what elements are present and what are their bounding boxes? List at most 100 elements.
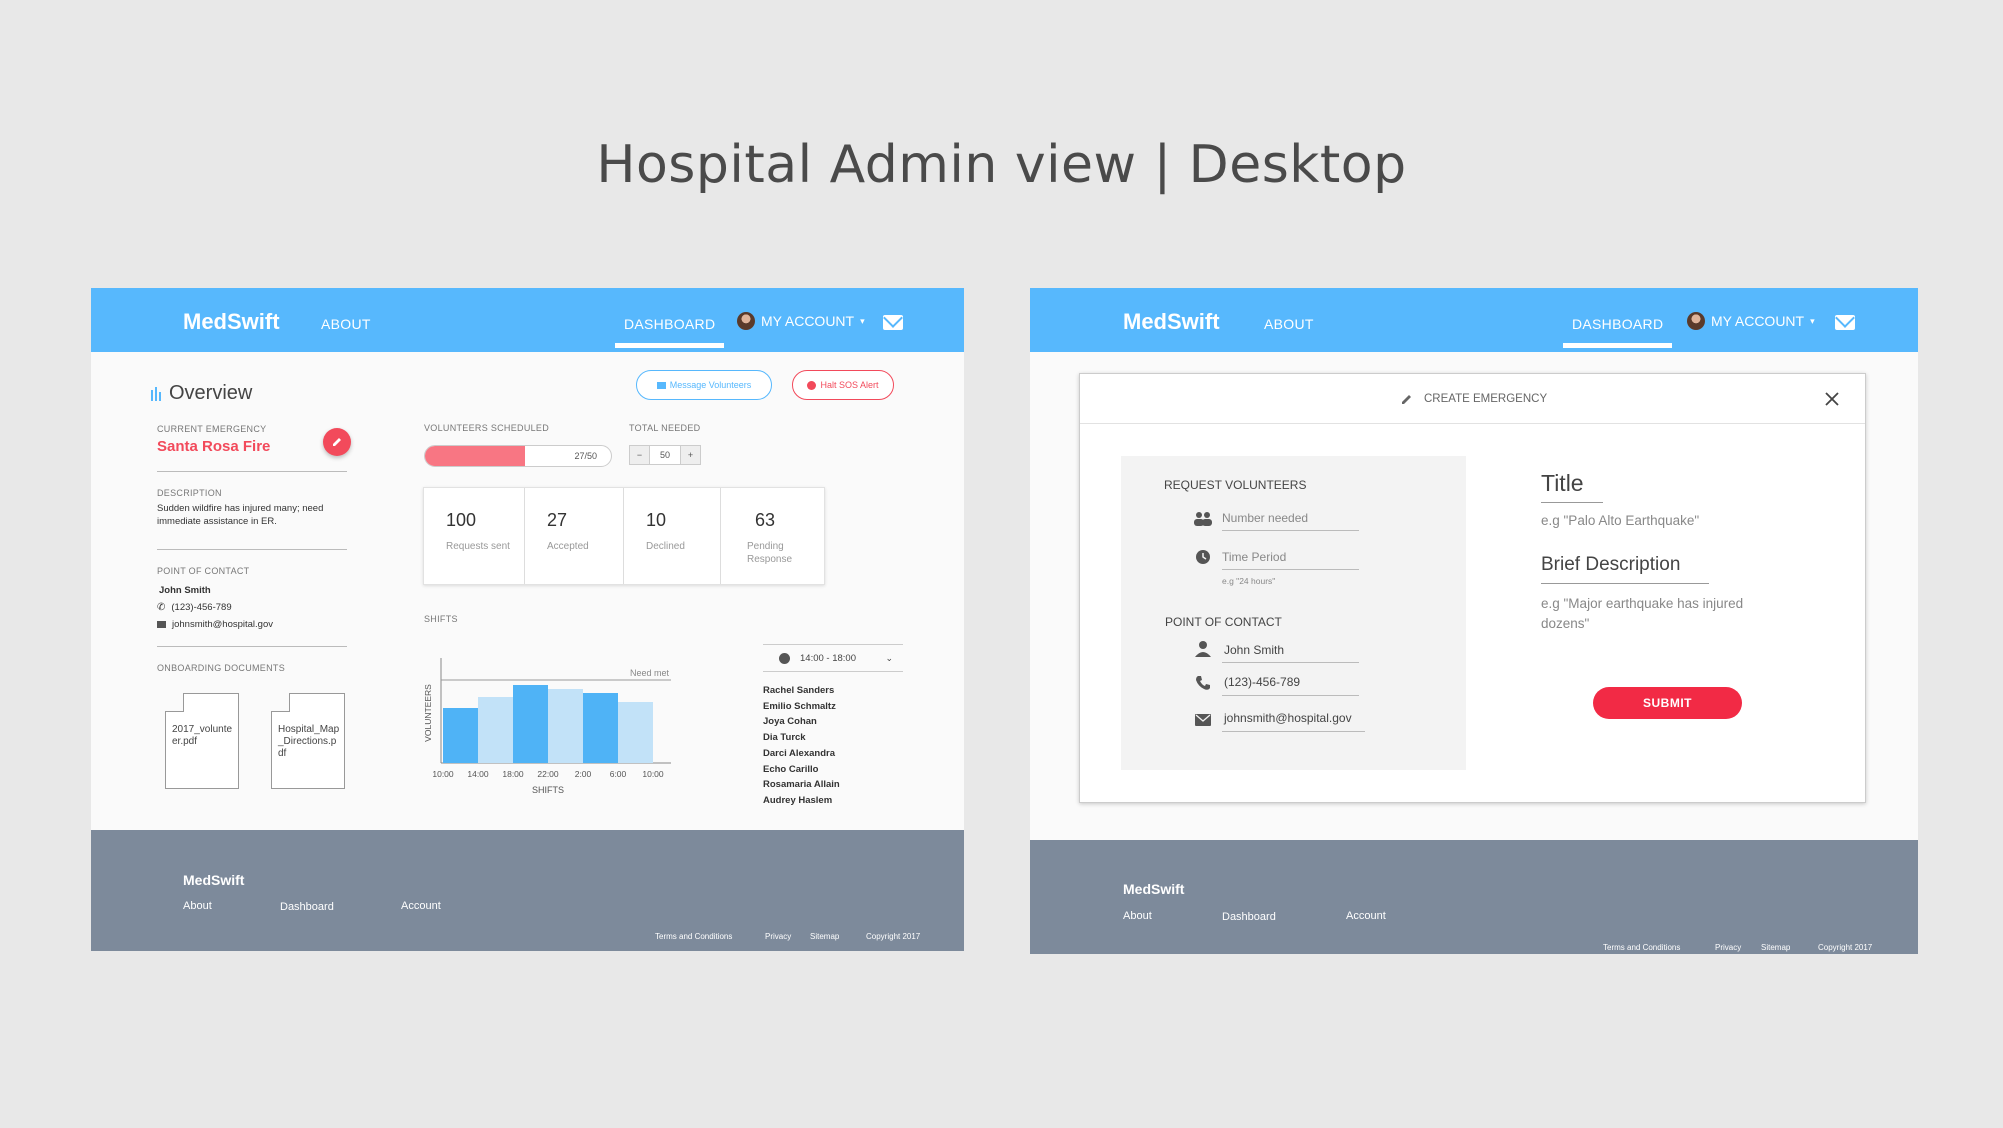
x-tick-label: 6:00	[610, 769, 627, 779]
phone-icon: ✆	[157, 602, 166, 613]
divider	[157, 646, 347, 647]
x-tick-label: 18:00	[502, 769, 524, 779]
poc-name-field[interactable]: John Smith	[1224, 643, 1284, 657]
x-tick-label: 2:00	[575, 769, 592, 779]
divider	[1222, 569, 1359, 570]
x-tick-label: 10:00	[432, 769, 454, 779]
stat-number: 10	[646, 510, 667, 530]
stats-card: 100 Requests sent 27 Accepted 10 Declined 6…	[423, 487, 825, 585]
avatar	[1687, 312, 1705, 330]
decrement-button[interactable]: −	[630, 446, 650, 464]
list-item[interactable]: Rosamaria Allain	[763, 777, 840, 793]
nav-about[interactable]: ABOUT	[321, 316, 371, 332]
divider	[1222, 530, 1359, 531]
footer-link-about[interactable]: About	[183, 900, 212, 912]
list-item[interactable]: Emilio Schmaltz	[763, 699, 840, 715]
description-input[interactable]: e.g "Major earthquake has injured dozens…	[1541, 594, 1791, 634]
list-item[interactable]: Darci Alexandra	[763, 746, 840, 762]
list-item[interactable]: Rachel Sanders	[763, 683, 840, 699]
document-file[interactable]: 2017_volunteer.pdf	[165, 693, 239, 789]
chevron-down-icon: ▾	[860, 315, 865, 326]
mail-icon[interactable]	[883, 315, 903, 330]
stat-label: Accepted	[547, 541, 589, 552]
footer-privacy[interactable]: Privacy	[765, 932, 791, 941]
stat-requests: 100 Requests sent	[424, 488, 525, 584]
stepper-value[interactable]: 50	[650, 446, 680, 464]
increment-button[interactable]: +	[680, 446, 700, 464]
poc-label: POINT OF CONTACT	[1165, 615, 1282, 629]
list-item[interactable]: Audrey Haslem	[763, 793, 840, 809]
shift-select[interactable]: 14:00 - 18:00 ⌄	[763, 644, 903, 672]
nav-about[interactable]: ABOUT	[1264, 316, 1314, 332]
number-needed-field[interactable]: Number needed	[1222, 511, 1308, 525]
poc-email-field[interactable]: johnsmith@hospital.gov	[1224, 711, 1352, 725]
submit-button[interactable]: SUBMIT	[1593, 687, 1742, 719]
footer-link-about[interactable]: About	[1123, 910, 1152, 922]
chart-bar	[548, 689, 583, 763]
account-menu[interactable]: MY ACCOUNT ▾	[737, 312, 865, 330]
divider	[1222, 695, 1359, 696]
clock-icon	[779, 652, 790, 664]
chart-bar	[513, 685, 548, 763]
footer-sitemap[interactable]: Sitemap	[1761, 943, 1790, 952]
divider	[157, 549, 347, 550]
footer-link-account[interactable]: Account	[401, 900, 441, 912]
halt-sos-label: Halt SOS Alert	[820, 380, 879, 390]
footer: MedSwift About Dashboard Account Terms a…	[91, 830, 964, 951]
footer-link-dashboard[interactable]: Dashboard	[280, 901, 334, 913]
page-headline: Hospital Admin view | Desktop	[596, 135, 1407, 195]
mail-icon	[157, 621, 166, 628]
chart-bar	[443, 708, 478, 763]
stat-declined: 10 Declined	[624, 488, 721, 584]
divider	[157, 471, 347, 472]
total-needed-label: TOTAL NEEDED	[629, 423, 701, 433]
shifts-label: SHIFTS	[424, 614, 458, 624]
person-icon	[1195, 641, 1211, 657]
brand-logo[interactable]: MedSwift	[183, 309, 280, 335]
mail-icon	[1195, 714, 1211, 726]
chevron-down-icon: ⌄	[885, 652, 893, 663]
time-period-field[interactable]: Time Period	[1222, 550, 1286, 564]
message-volunteers-button[interactable]: Message Volunteers	[636, 370, 772, 400]
footer-terms[interactable]: Terms and Conditions	[655, 932, 732, 941]
account-menu[interactable]: MY ACCOUNT ▾	[1687, 312, 1815, 330]
brand-logo[interactable]: MedSwift	[1123, 309, 1220, 335]
x-tick-label: 10:00	[642, 769, 664, 779]
footer-link-dashboard[interactable]: Dashboard	[1222, 911, 1276, 923]
poc-phone: (123)-456-789	[171, 602, 232, 613]
poc-email[interactable]: johnsmith@hospital.gov	[172, 619, 273, 630]
bar-chart-icon	[151, 386, 161, 401]
footer-privacy[interactable]: Privacy	[1715, 943, 1741, 952]
document-name: 2017_volunteer.pdf	[172, 724, 233, 747]
footer-link-account[interactable]: Account	[1346, 910, 1386, 922]
list-item[interactable]: Dia Turck	[763, 730, 840, 746]
footer-terms[interactable]: Terms and Conditions	[1603, 943, 1680, 952]
nav-dashboard[interactable]: DASHBOARD	[614, 316, 725, 348]
stat-label: Requests sent	[446, 541, 510, 552]
chevron-down-icon: ▾	[1810, 315, 1815, 326]
poc-phone-field[interactable]: (123)-456-789	[1224, 675, 1300, 689]
divider	[1222, 731, 1365, 732]
halt-sos-button[interactable]: Halt SOS Alert	[792, 370, 894, 400]
quantity-stepper: − 50 +	[629, 445, 701, 465]
edit-button[interactable]	[323, 428, 351, 456]
nav-dashboard[interactable]: DASHBOARD	[1562, 316, 1673, 348]
phone-icon	[1196, 676, 1210, 690]
title-input[interactable]: e.g "Palo Alto Earthquake"	[1541, 513, 1699, 528]
mail-icon[interactable]	[1835, 315, 1855, 330]
document-file[interactable]: Hospital_Map_Directions.pdf	[271, 693, 345, 789]
request-volunteers-label: REQUEST VOLUNTEERS	[1164, 478, 1307, 492]
list-item[interactable]: Joya Cohan	[763, 714, 840, 730]
stat-number: 27	[547, 510, 568, 530]
footer-sitemap[interactable]: Sitemap	[810, 932, 839, 941]
description-label: DESCRIPTION	[157, 488, 222, 498]
message-volunteers-label: Message Volunteers	[669, 380, 752, 390]
document-name: Hospital_Map_Directions.pdf	[278, 724, 340, 759]
close-button[interactable]	[1823, 390, 1841, 408]
list-item[interactable]: Echo Carillo	[763, 762, 840, 778]
x-axis-label: SHIFTS	[532, 785, 564, 795]
poc-name: John Smith	[159, 585, 211, 596]
pencil-icon	[333, 438, 341, 446]
divider	[1222, 662, 1359, 663]
pencil-icon	[1402, 395, 1411, 404]
